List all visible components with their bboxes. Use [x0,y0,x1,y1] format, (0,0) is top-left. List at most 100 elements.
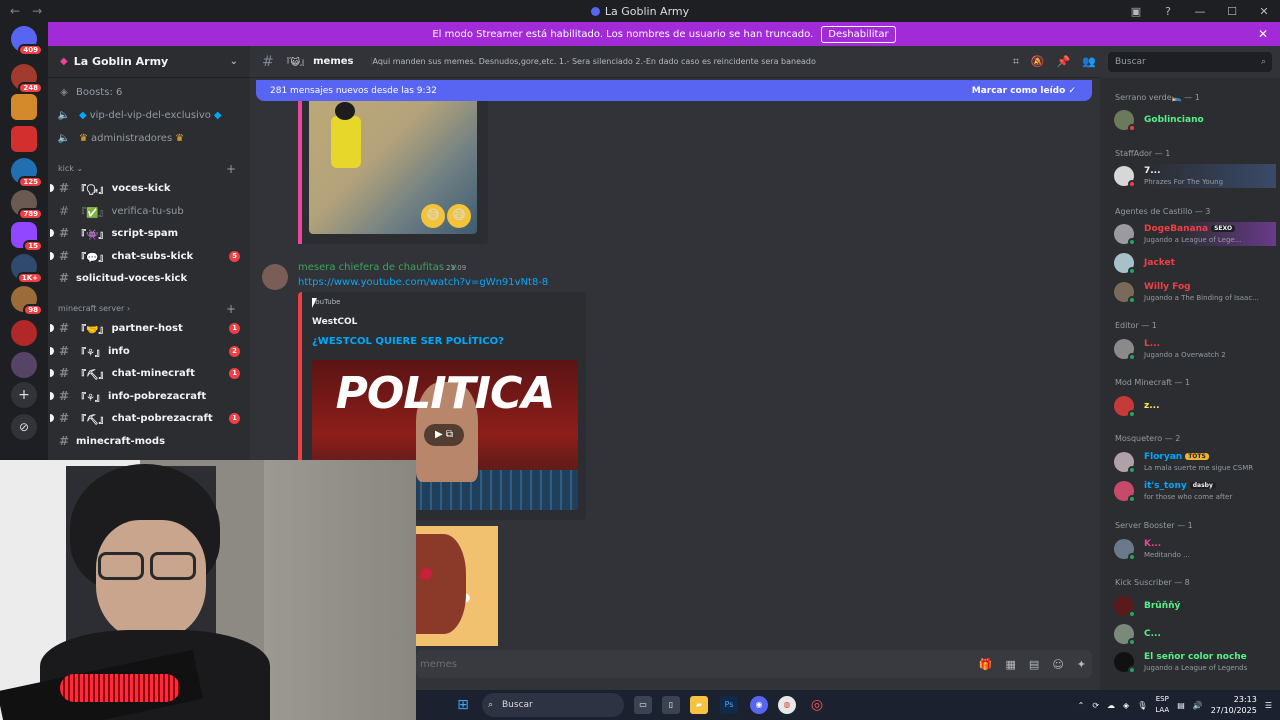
server-icon[interactable] [11,352,37,378]
member-item[interactable]: C... [1114,622,1276,646]
member-item[interactable]: Brûňňý [1114,594,1276,618]
close-icon[interactable]: ✕ [1258,27,1268,41]
volume-icon[interactable]: 🔊 [1193,701,1203,710]
sticker-icon[interactable]: ▤ [1029,658,1039,671]
unread-pill [50,252,54,260]
channel-partner-host[interactable]: # 『🤝』 partner-host 1 [50,318,244,338]
taskbar-search[interactable]: ⌕ Buscar [482,693,624,717]
member-item[interactable]: Jacket [1114,251,1276,275]
mention-badge: 1K+ [16,272,43,284]
add-server-icon[interactable]: + [11,382,37,408]
task-view-icon[interactable]: ▭ [634,696,652,714]
server-icon[interactable]: 98 [11,286,43,316]
status-online-icon [1128,410,1136,418]
pin-icon[interactable]: 📌 [1057,55,1071,69]
play-icon[interactable]: ▶ ⧉ [424,424,464,446]
windows-start-icon[interactable]: ⊞ [454,696,472,714]
member-item[interactable]: 7... Phrazes For The Young [1114,164,1276,188]
member-item[interactable]: Goblinciano [1114,108,1276,132]
channel-chat-minecraft[interactable]: # 『⛏』 chat-minecraft 1 [50,363,244,383]
message-author[interactable]: mesera chiefera de chaufitas :v [298,262,457,273]
server-icon[interactable]: 125 [11,158,43,188]
embed-author[interactable]: WestCOL [312,317,357,327]
search-input[interactable]: Buscar ⌕ [1108,52,1272,72]
close-window-icon[interactable]: ✕ [1248,5,1280,18]
channel-minecraft-mods[interactable]: # minecraft-mods [56,431,244,451]
add-channel-icon[interactable]: + [226,302,236,316]
channel-chat-pobrezacraft[interactable]: # 『⛏』 chat-pobrezacraft 1 [50,408,244,428]
mic-icon[interactable]: 🎙 [1137,701,1147,710]
gif-icon[interactable]: ▦ [1006,658,1016,671]
mention-count: 2 [229,345,240,357]
member-item[interactable]: z... [1114,394,1276,418]
minimize-icon[interactable]: — [1184,5,1216,18]
cloud-icon[interactable]: ☁ [1107,701,1115,710]
discover-icon[interactable]: ⊘ [11,414,37,440]
file-explorer-icon[interactable]: ▰ [690,696,708,714]
member-item[interactable]: El señor color noche Jugando a League of … [1114,650,1276,674]
disable-streamer-button[interactable]: Deshabilitar [821,25,896,43]
member-item[interactable]: DogeBanana SEXO Jugando a League of Lege..… [1114,222,1276,246]
server-icon[interactable] [11,94,37,120]
new-messages-bar[interactable]: 281 mensajes nuevos desde las 9:32 Marca… [256,80,1092,101]
category-kick[interactable]: kick ⌄ + [58,162,244,176]
member-item[interactable]: Floryan TOTS La mala suerte me sigue CSMR [1114,450,1276,474]
channel-administradores[interactable]: 🔈 ♛ administradores ♛ [56,128,244,148]
server-icon[interactable]: 789 [11,190,43,220]
maximize-icon[interactable]: ☐ [1216,5,1248,18]
emoji-picker-icon[interactable]: ☺ [1052,658,1063,671]
channel-verifica-tu-sub[interactable]: # 『✅』 verifica-tu-sub [56,201,244,221]
channel-info-pobrezacraft[interactable]: # 『⚘』 info-pobrezacraft [50,386,244,406]
channel-script-spam[interactable]: # 『👾』 script-spam [50,223,244,243]
add-channel-icon[interactable]: + [226,162,236,176]
member-item[interactable]: Willy Fog Jugando a The Binding of Isaac.… [1114,280,1276,304]
channel-chat-subs-kick[interactable]: # 『💬』 chat-subs-kick 5 [50,246,244,266]
apps-icon[interactable]: ✦ [1077,658,1086,671]
boosts-item[interactable]: ◈ Boosts: 6 [56,82,244,102]
embed-title[interactable]: ¿WESTCOL QUIERE SER POLÍTICO? [312,336,504,347]
help-icon[interactable]: ? [1152,5,1184,18]
chevron-up-icon[interactable]: ⌃ [1078,701,1085,710]
channel-topic[interactable]: Aqui manden sus memes. Desnudos,gore,etc… [371,57,816,66]
gif-image[interactable]: 😅 😅 [309,100,477,234]
threads-icon[interactable]: ⌗ [1013,55,1019,69]
photoshop-icon[interactable]: Ps [720,696,738,714]
system-clock[interactable]: 23:13 27/10/2025 [1211,694,1257,716]
network-icon[interactable]: ▤ [1177,701,1185,710]
gift-icon[interactable]: 🎁 [979,658,993,671]
inbox-icon[interactable]: ▣ [1120,5,1152,18]
server-icon[interactable]: 248 [11,64,43,94]
avatar [1114,596,1136,618]
avatar [1114,539,1136,561]
guild-header[interactable]: ◆ La Goblin Army ⌄ [48,46,250,78]
input-language[interactable]: ESP LAA [1155,694,1169,716]
member-item[interactable]: it's_tony dasby for those who come after [1114,479,1276,503]
message-input[interactable]: memes 🎁 ▦ ▤ ☺ ✦ [416,650,1092,678]
message-link[interactable]: https://www.youtube.com/watch?v=gWn91vNt… [298,277,548,288]
member-list-icon[interactable]: 👥 [1082,55,1096,69]
channel-solicitud-voces-kick[interactable]: # solicitud-voces-kick [56,268,244,288]
chrome-icon[interactable]: ◍ [778,696,796,714]
channel-voces-kick[interactable]: # 『🗣』 voces-kick [50,178,244,198]
notification-icon[interactable]: ☰ [1265,701,1272,710]
discord-taskbar-icon[interactable]: ◉ [750,696,768,714]
server-icon[interactable] [11,320,37,346]
direct-messages-button[interactable]: 409 [11,26,43,56]
server-icon[interactable]: 15 [11,222,43,252]
channel-vip[interactable]: 🔈 ◆ vip-del-vip-del-exclusivo ◆ [56,105,244,125]
widget-icon[interactable]: ▯ [662,696,680,714]
server-icon[interactable] [11,126,37,152]
member-item[interactable]: L... Jugando a Overwatch 2 [1114,337,1276,361]
channel-info[interactable]: # 『⚘』 info 2 [50,341,244,361]
avatar[interactable] [262,264,288,290]
server-icon[interactable]: 1K+ [11,254,43,284]
sync-icon[interactable]: ⟳ [1092,701,1099,710]
obs-icon[interactable]: ◎ [808,696,826,714]
member-item[interactable]: K... Meditando ... [1114,537,1276,561]
channel-label: info [107,345,130,357]
security-icon[interactable]: ◈ [1123,701,1129,710]
mark-as-read-button[interactable]: Marcar como leído ✓ [972,86,1076,96]
gif-image[interactable] [416,526,498,646]
notification-bell-icon[interactable]: 🔕 [1031,55,1045,69]
category-minecraft-server[interactable]: minecraft server › + [58,302,244,316]
